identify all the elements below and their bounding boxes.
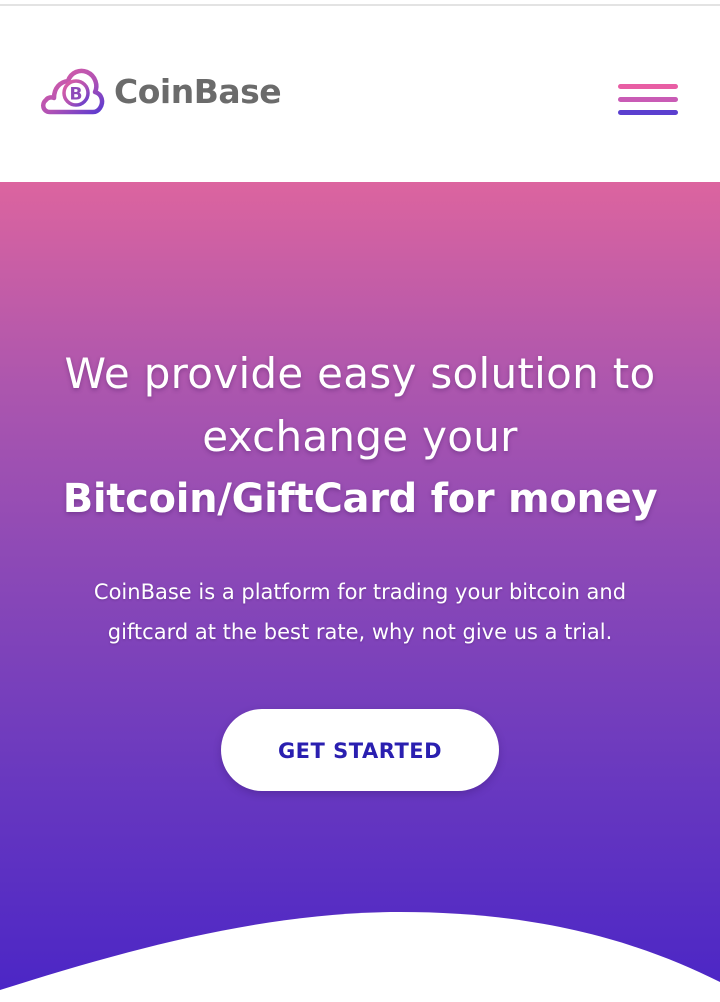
description-line-1: CoinBase is a platform for trading your …	[93, 580, 627, 604]
hamburger-menu-button[interactable]	[614, 80, 682, 124]
hero-headline: We provide easy solution to exchange you…	[20, 342, 700, 531]
headline-line-2: exchange your	[202, 412, 518, 461]
brand-logo[interactable]: B CoinBase	[40, 64, 282, 118]
hero-wave-divider	[0, 912, 720, 1002]
landing-page: B CoinBase We provide easy solution to e…	[0, 0, 720, 1002]
site-header: B CoinBase	[0, 6, 720, 182]
brand-name: CoinBase	[114, 71, 282, 111]
hamburger-menu-icon	[618, 84, 678, 89]
description-line-2: giftcard at the best rate, why not give …	[107, 620, 613, 644]
headline-emphasis: Bitcoin/GiftCard for money	[62, 476, 658, 522]
menu-line-bottom	[618, 110, 678, 115]
get-started-button[interactable]: GET STARTED	[221, 709, 499, 791]
menu-line-middle	[618, 97, 678, 102]
logo-glyph: B	[70, 85, 83, 105]
cloud-bitcoin-icon: B	[40, 68, 105, 115]
hero-description: CoinBase is a platform for trading your …	[60, 572, 660, 652]
hero-section: We provide easy solution to exchange you…	[0, 182, 720, 1002]
headline-line-1: We provide easy solution to	[64, 349, 656, 398]
